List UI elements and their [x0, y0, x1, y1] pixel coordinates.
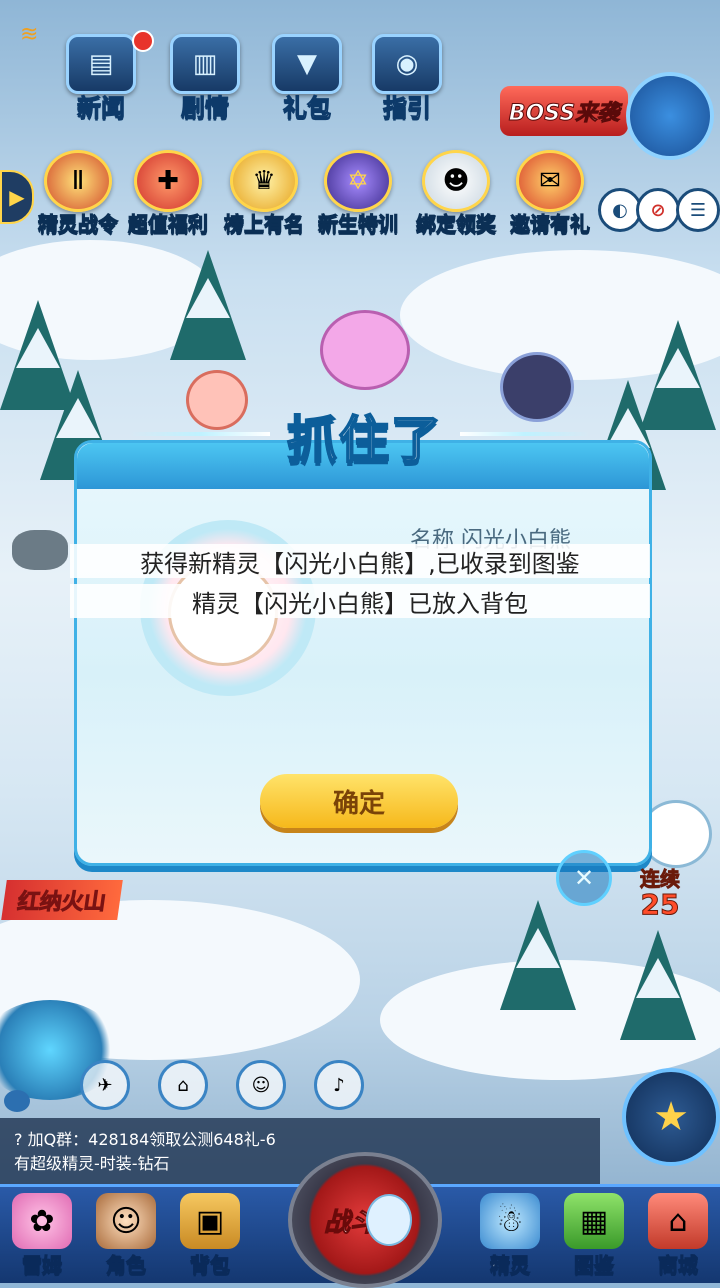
- menu-gift[interactable]: ▼ 礼包: [272, 34, 342, 123]
- combo-count: 25: [640, 888, 680, 921]
- collapse-menu-icon[interactable]: ☰: [676, 188, 720, 232]
- chat-line: 有超级精灵-时装-钻石: [14, 1154, 170, 1173]
- friends-icon: ☺: [251, 1074, 271, 1096]
- rock: [12, 530, 68, 570]
- bird-icon: ✈: [97, 1074, 113, 1096]
- backpack-icon: ▣: [180, 1193, 240, 1249]
- dialog-title: 抓住了: [286, 410, 443, 470]
- nav-remu[interactable]: ✿ 雷姆: [0, 1190, 84, 1278]
- combo-counter: 连续 25: [640, 867, 681, 921]
- feature-battle-pass[interactable]: Ⅱ 精灵战令: [38, 150, 119, 237]
- nav-battle-button[interactable]: 战斗: [288, 1152, 442, 1288]
- title-decor-line: [460, 432, 590, 436]
- boss-event-banner[interactable]: BOSS来袭: [500, 86, 628, 136]
- feature-bind-reward[interactable]: ☻ 绑定领奖: [416, 150, 497, 237]
- menu-story-label: 剧情: [181, 95, 230, 123]
- menu-gift-label: 礼包: [283, 95, 332, 123]
- guide-icon: ◉: [372, 34, 442, 94]
- boss-banner-text: BOSS来袭: [508, 101, 620, 127]
- star-badge-icon: ✡: [324, 150, 392, 212]
- home-icon: ⌂: [177, 1074, 189, 1096]
- quick-action-3[interactable]: ☺: [236, 1060, 286, 1110]
- feature-newbie-training[interactable]: ✡ 新生特训: [318, 150, 399, 237]
- character-icon: ☺: [96, 1193, 156, 1249]
- feature-welfare-label: 超值福利: [128, 212, 209, 237]
- confirm-button[interactable]: 确定: [260, 774, 458, 828]
- nav-backpack-label: 背包: [190, 1253, 231, 1278]
- nav-character-label: 角色: [106, 1253, 147, 1278]
- feature-newbie-training-label: 新生特训: [318, 212, 399, 237]
- spirit-icon: ☃: [480, 1193, 540, 1249]
- feature-battle-pass-label: 精灵战令: [38, 212, 119, 237]
- pink-spirit: [320, 310, 410, 390]
- menu-guide[interactable]: ◉ 指引: [372, 34, 442, 123]
- quick-action-1[interactable]: ✈: [80, 1060, 130, 1110]
- combo-label: 连续: [640, 867, 681, 891]
- chat-bubble-icon[interactable]: [4, 1090, 30, 1112]
- chat-line: ? 加Q群：428184领取公测648礼-6: [14, 1130, 276, 1149]
- feature-invite[interactable]: ✉ 邀请有礼: [510, 150, 591, 237]
- pine-tree: [500, 900, 576, 1010]
- trophy-icon: ♛: [230, 150, 298, 212]
- pine-tree: [170, 250, 246, 360]
- bell-icon: ♪: [333, 1074, 345, 1096]
- menu-news-label: 新闻: [77, 95, 126, 123]
- notification-dot: [132, 30, 154, 52]
- encyclopedia-icon: ▦: [564, 1193, 624, 1249]
- shop-icon: ⌂: [648, 1193, 708, 1249]
- quick-action-2[interactable]: ⌂: [158, 1060, 208, 1110]
- book-icon: ▥: [170, 34, 240, 94]
- nav-spirit[interactable]: ☃ 精灵: [468, 1190, 552, 1278]
- nav-remu-label: 雷姆: [22, 1253, 63, 1278]
- feature-welfare[interactable]: ✚ 超值福利: [128, 150, 209, 237]
- fox-spirit: [186, 370, 248, 430]
- nav-encyclopedia[interactable]: ▦ 图鉴: [552, 1190, 636, 1278]
- quick-action-4[interactable]: ♪: [314, 1060, 364, 1110]
- welfare-gift-icon: ✚: [134, 150, 202, 212]
- menu-guide-label: 指引: [383, 95, 432, 123]
- feature-leaderboard-label: 榜上有名: [224, 212, 305, 237]
- nav-character[interactable]: ☺ 角色: [84, 1190, 168, 1278]
- gift-box-icon: ▼: [272, 34, 342, 94]
- close-icon[interactable]: ✕: [556, 850, 612, 906]
- feature-leaderboard[interactable]: ♛ 榜上有名: [224, 150, 305, 237]
- newspaper-icon: ▤: [66, 34, 136, 94]
- nav-spirit-label: 精灵: [490, 1253, 531, 1278]
- chat-box[interactable]: ? 加Q群：428184领取公测648礼-6 有超级精灵-时装-钻石: [0, 1118, 600, 1184]
- feature-invite-label: 邀请有礼: [510, 212, 591, 237]
- wifi-icon: ≋: [20, 22, 39, 47]
- battle-pass-icon: Ⅱ: [44, 150, 112, 212]
- star-icon: ★: [653, 1094, 689, 1140]
- remu-avatar-icon: ✿: [12, 1193, 72, 1249]
- menu-story[interactable]: ▥ 剧情: [170, 34, 240, 123]
- nav-shop-label: 商城: [658, 1253, 699, 1278]
- star-wand-button[interactable]: ★: [622, 1068, 720, 1166]
- map-location-label: 红纳火山: [1, 880, 123, 920]
- nav-shop[interactable]: ⌂ 商城: [636, 1190, 720, 1278]
- nav-backpack[interactable]: ▣ 背包: [168, 1190, 252, 1278]
- title-decor-line: [130, 432, 270, 436]
- toast-in-backpack: 精灵【闪光小白熊】已放入背包: [70, 584, 650, 618]
- menu-news[interactable]: ▤ 新闻: [66, 34, 136, 123]
- block-icon[interactable]: ⊘: [636, 188, 680, 232]
- feature-bind-reward-label: 绑定领奖: [416, 212, 497, 237]
- panda-icon: ☻: [422, 150, 490, 212]
- dark-spirit: [500, 352, 574, 422]
- battle-icon: [366, 1194, 412, 1246]
- nav-encyclopedia-label: 图鉴: [574, 1253, 615, 1278]
- invite-envelope-icon: ✉: [516, 150, 584, 212]
- pine-tree: [620, 930, 696, 1040]
- map-compass-button[interactable]: [626, 72, 714, 160]
- toast-new-spirit: 获得新精灵【闪光小白熊】,已收录到图鉴: [70, 544, 650, 578]
